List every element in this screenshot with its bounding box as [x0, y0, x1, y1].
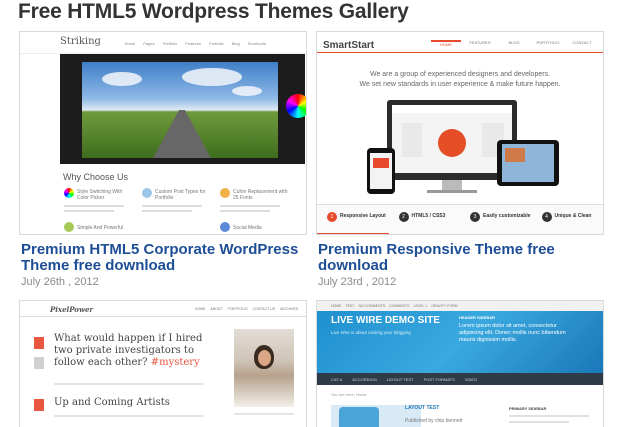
- color-wheel-icon: [286, 94, 306, 118]
- thumb-logo: Striking: [60, 36, 101, 47]
- social-icon: [220, 222, 230, 232]
- simple-icon: [64, 222, 74, 232]
- thumb-primary-sidebar: PRIMARY SIDEBAR: [509, 406, 547, 411]
- thumb-nav: Home Pages Portfolio Features Portfolio Blo…: [124, 41, 266, 46]
- thumb-menu: CAT A ACCORDION LAYOUT TEST POST FORMATS V…: [317, 373, 603, 385]
- thumb-tagline: We are a group of experienced designers …: [359, 71, 561, 88]
- features-strip: 1 Responsive Layout 2 HTML5 / CSS3 3 Easily…: [317, 204, 604, 234]
- feature-step: 3 Easily customizable: [460, 205, 532, 234]
- feature-step: 1 Responsive Layout: [317, 205, 389, 234]
- gallery-card-pixelpower: PixelPower HOME ABOUT PORTFOLIO CONTACT US…: [19, 300, 307, 427]
- landscape-image: [82, 62, 278, 158]
- thumb-post-meta: Published by chip bennett: [405, 418, 463, 424]
- gallery-card-striking: Striking Home Pages Portfolio Features Por…: [19, 31, 307, 291]
- thumb-logo: PixelPower: [50, 305, 94, 314]
- thumb-post-title: LAYOUT TEST: [405, 405, 440, 411]
- thumb-breadcrumb: You are here: Home: [331, 392, 367, 397]
- theme-thumbnail[interactable]: Striking Home Pages Portfolio Features Por…: [19, 31, 307, 235]
- post-date: July 23rd , 2012: [318, 276, 397, 288]
- devices-illustration: [367, 100, 559, 194]
- tag-icon: [34, 399, 44, 411]
- thumb-hero-slider: [60, 54, 306, 164]
- theme-thumbnail[interactable]: HOME TEST NO COMMENTS COMMENTS LEVEL 1 GRAV…: [316, 300, 604, 427]
- thumb-nav: HOME FEATURES BLOG PORTFOLIO CONTACT: [431, 40, 597, 47]
- thumb-feature: Simple And Powerful: [77, 225, 124, 231]
- thumb-headline: What would happen if I hired two private…: [54, 333, 203, 368]
- thumb-header: PixelPower HOME ABOUT PORTFOLIO CONTACT US…: [20, 301, 306, 317]
- post-title-link[interactable]: Premium Responsive Theme free download: [318, 242, 608, 274]
- feature-step: 4 Unique & Clean: [532, 205, 604, 234]
- thumb-nav: HOME ABOUT PORTFOLIO CONTACT US ARCHIVES: [194, 307, 298, 311]
- post-thumbnail-icon: [339, 407, 379, 427]
- thumb-site-subtitle: Live Wire is about rocking your blogging: [331, 330, 411, 335]
- thumb-feature: Custom Post Types for Portfolio: [155, 189, 206, 201]
- thumb-lorem: Lorem ipsum dolor sit amet, consectetur …: [459, 323, 566, 343]
- post-date: July 26th , 2012: [21, 276, 99, 288]
- thumb-sidebar-heading: HEADER SIDEBAR: [459, 315, 496, 320]
- thumb-feature: Social Media: [233, 225, 262, 231]
- fonts-icon: [220, 188, 230, 198]
- feature-step: 2 HTML5 / CSS3: [389, 205, 461, 234]
- comment-icon: [34, 357, 44, 369]
- style-icon: [64, 188, 74, 198]
- thumb-feature: Style Switching With Color Picker: [77, 189, 123, 201]
- theme-thumbnail[interactable]: SmartStart HOME FEATURES BLOG PORTFOLIO …: [316, 31, 604, 235]
- post-types-icon: [142, 188, 152, 198]
- thumb-section-heading: Why Choose Us: [63, 172, 129, 182]
- thumb-header: Striking Home Pages Portfolio Features Por…: [20, 32, 306, 54]
- gallery-card-smartstart: SmartStart HOME FEATURES BLOG PORTFOLIO …: [316, 31, 604, 291]
- thumb-topnav: HOME TEST NO COMMENTS COMMENTS LEVEL 1 GRAV…: [317, 301, 603, 311]
- thumb-site-title: LIVE WIRE DEMO SITE: [331, 315, 440, 326]
- thumb-feature: Cufon Replacement with 25 Fonts: [233, 189, 288, 201]
- page-title: Free HTML5 Wordpress Themes Gallery: [18, 0, 409, 23]
- thumb-subheadline: Up and Coming Artists: [54, 397, 170, 408]
- tag-icon: [34, 337, 44, 349]
- thumb-logo: SmartStart: [323, 40, 375, 51]
- theme-thumbnail[interactable]: PixelPower HOME ABOUT PORTFOLIO CONTACT US…: [19, 300, 307, 427]
- post-title-link[interactable]: Premium HTML5 Corporate WordPress Theme …: [21, 242, 311, 274]
- gallery-card-livewire: HOME TEST NO COMMENTS COMMENTS LEVEL 1 GRAV…: [316, 300, 604, 427]
